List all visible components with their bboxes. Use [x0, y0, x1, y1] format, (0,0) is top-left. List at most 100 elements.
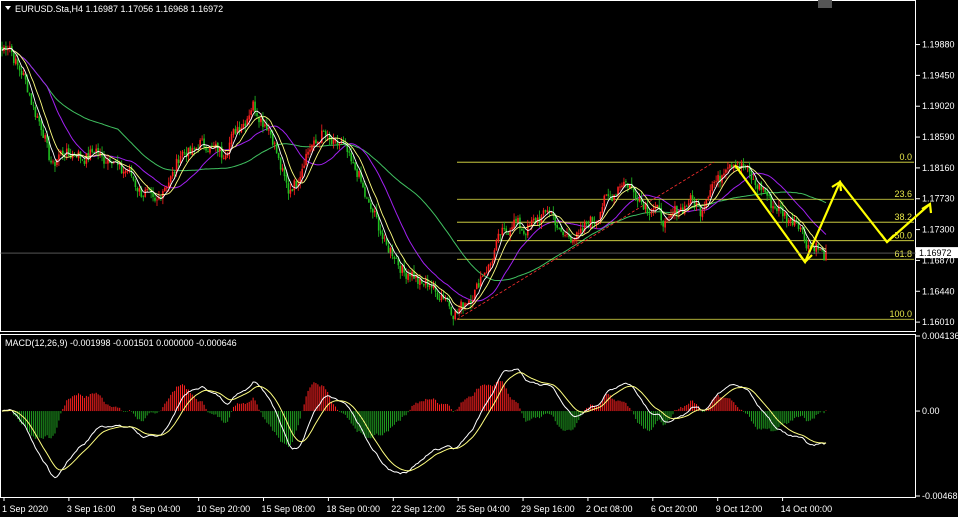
candle-body	[277, 152, 280, 158]
candle-body	[475, 283, 478, 289]
candle-body	[313, 140, 315, 146]
candle-body	[564, 235, 566, 236]
candle-body	[485, 272, 488, 274]
candle-body	[609, 195, 611, 197]
candle-body	[268, 129, 270, 131]
candle-body	[44, 135, 46, 139]
candle-body	[752, 179, 755, 180]
x-tick-label: 22 Sep 12:00	[391, 504, 445, 514]
candle-body	[348, 151, 351, 153]
scroll-button[interactable]	[818, 0, 832, 8]
x-tick-label: 2 Oct 08:00	[586, 504, 633, 514]
candle-body	[772, 206, 774, 209]
candle-body	[627, 183, 629, 188]
candle-body	[301, 168, 303, 178]
candle-body	[146, 189, 148, 190]
x-tick-label: 6 Oct 20:00	[651, 504, 698, 514]
candle-body	[124, 170, 127, 173]
candle-body	[128, 168, 131, 170]
candle-body	[85, 153, 88, 164]
candle-body	[230, 134, 233, 144]
candle-body	[144, 189, 147, 197]
candle-body	[14, 58, 17, 64]
candle-body	[638, 198, 641, 202]
candle-body	[283, 167, 286, 177]
candle-body	[589, 216, 592, 228]
candle-body	[195, 147, 198, 149]
candle-body	[807, 244, 810, 249]
candle-body	[132, 176, 135, 181]
candle-body	[754, 180, 757, 185]
candle-body	[825, 250, 827, 261]
candle-body	[707, 197, 710, 199]
candle-body	[536, 217, 539, 223]
candle-body	[83, 160, 86, 164]
candle-body	[521, 228, 523, 231]
candle-body	[727, 167, 729, 169]
candle-body	[395, 257, 398, 259]
candle-body	[562, 231, 564, 236]
candle-body	[293, 180, 296, 191]
candle-body	[38, 116, 41, 122]
candle-body	[713, 182, 715, 184]
candle-body	[36, 116, 39, 118]
candle-body	[768, 194, 770, 196]
candle-body	[252, 101, 254, 111]
candle-body	[295, 181, 298, 187]
candle-body	[460, 301, 462, 310]
candle-body	[664, 220, 666, 228]
candle-body	[311, 144, 313, 150]
x-tick-label: 9 Oct 12:00	[716, 504, 763, 514]
candle-body	[332, 139, 335, 144]
candle-body	[271, 133, 274, 145]
candle-body	[399, 265, 402, 273]
triangle-down-icon[interactable]	[5, 6, 11, 10]
candle-body	[393, 256, 396, 259]
x-tick-label: 10 Sep 20:00	[197, 504, 251, 514]
candle-body	[103, 156, 105, 164]
candle-body	[717, 174, 719, 182]
macd-y-tick-label: 0.004136	[922, 331, 958, 341]
candle-body	[215, 143, 217, 146]
candle-body	[599, 211, 602, 220]
y-tick-label: 1.19020	[922, 101, 955, 111]
candle-body	[452, 315, 455, 320]
candle-body	[491, 261, 494, 264]
candle-body	[177, 159, 180, 164]
candle-body	[67, 148, 70, 156]
candle-body	[222, 157, 225, 159]
candle-body	[729, 164, 731, 168]
candle-body	[440, 295, 443, 301]
fibo-level-label: 23.6	[894, 189, 912, 199]
candle-body	[250, 110, 252, 115]
candle-body	[619, 186, 621, 188]
candle-body	[501, 227, 504, 235]
candle-body	[634, 192, 637, 199]
candle-body	[305, 153, 307, 166]
candle-body	[379, 230, 382, 234]
trading-chart[interactable]: EURUSD.Sta,H4 1.16987 1.17056 1.16968 1.…	[0, 0, 958, 517]
candle-body	[12, 52, 15, 63]
candle-body	[644, 205, 647, 210]
candle-body	[436, 292, 439, 300]
candle-body	[232, 129, 235, 135]
candle-body	[16, 59, 19, 66]
candle-body	[572, 241, 574, 243]
candle-body	[354, 162, 356, 170]
projection-arrowhead	[798, 253, 813, 264]
candle-body	[419, 279, 421, 286]
candle-body	[642, 203, 645, 210]
candle-body	[362, 182, 364, 188]
candle-body	[668, 216, 670, 218]
candle-body	[731, 165, 733, 168]
candle-body	[279, 157, 282, 170]
candle-body	[656, 204, 659, 208]
candle-body	[454, 310, 456, 320]
candle-body	[256, 112, 258, 116]
candle-body	[377, 216, 380, 231]
candle-body	[193, 148, 196, 150]
candle-body	[254, 101, 256, 113]
candle-body	[725, 169, 727, 173]
candle-body	[350, 152, 353, 162]
candle-body	[368, 199, 370, 203]
